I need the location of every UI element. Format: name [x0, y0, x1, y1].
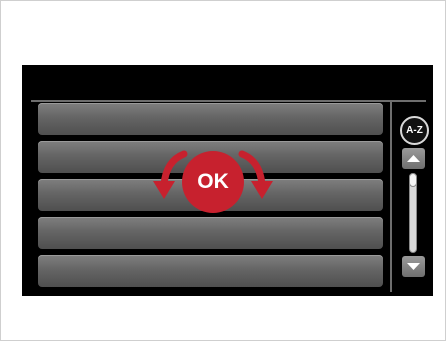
header-divider: [31, 100, 426, 102]
list-item[interactable]: [38, 103, 383, 135]
arrow-up-icon: [407, 155, 420, 162]
scroll-up-button[interactable]: [402, 148, 425, 169]
scroll-down-button[interactable]: [402, 256, 425, 277]
rotary-ok-control[interactable]: OK: [152, 145, 282, 225]
sidebar-divider: [390, 102, 392, 292]
list-item[interactable]: [38, 255, 383, 287]
scrollbar-thumb[interactable]: [409, 173, 417, 187]
display-screen: A-Z OK: [22, 65, 433, 296]
arrow-down-icon: [407, 263, 420, 270]
ok-button[interactable]: OK: [182, 151, 244, 213]
sort-az-button[interactable]: A-Z: [400, 116, 429, 145]
illustration-frame: A-Z OK: [0, 0, 446, 341]
